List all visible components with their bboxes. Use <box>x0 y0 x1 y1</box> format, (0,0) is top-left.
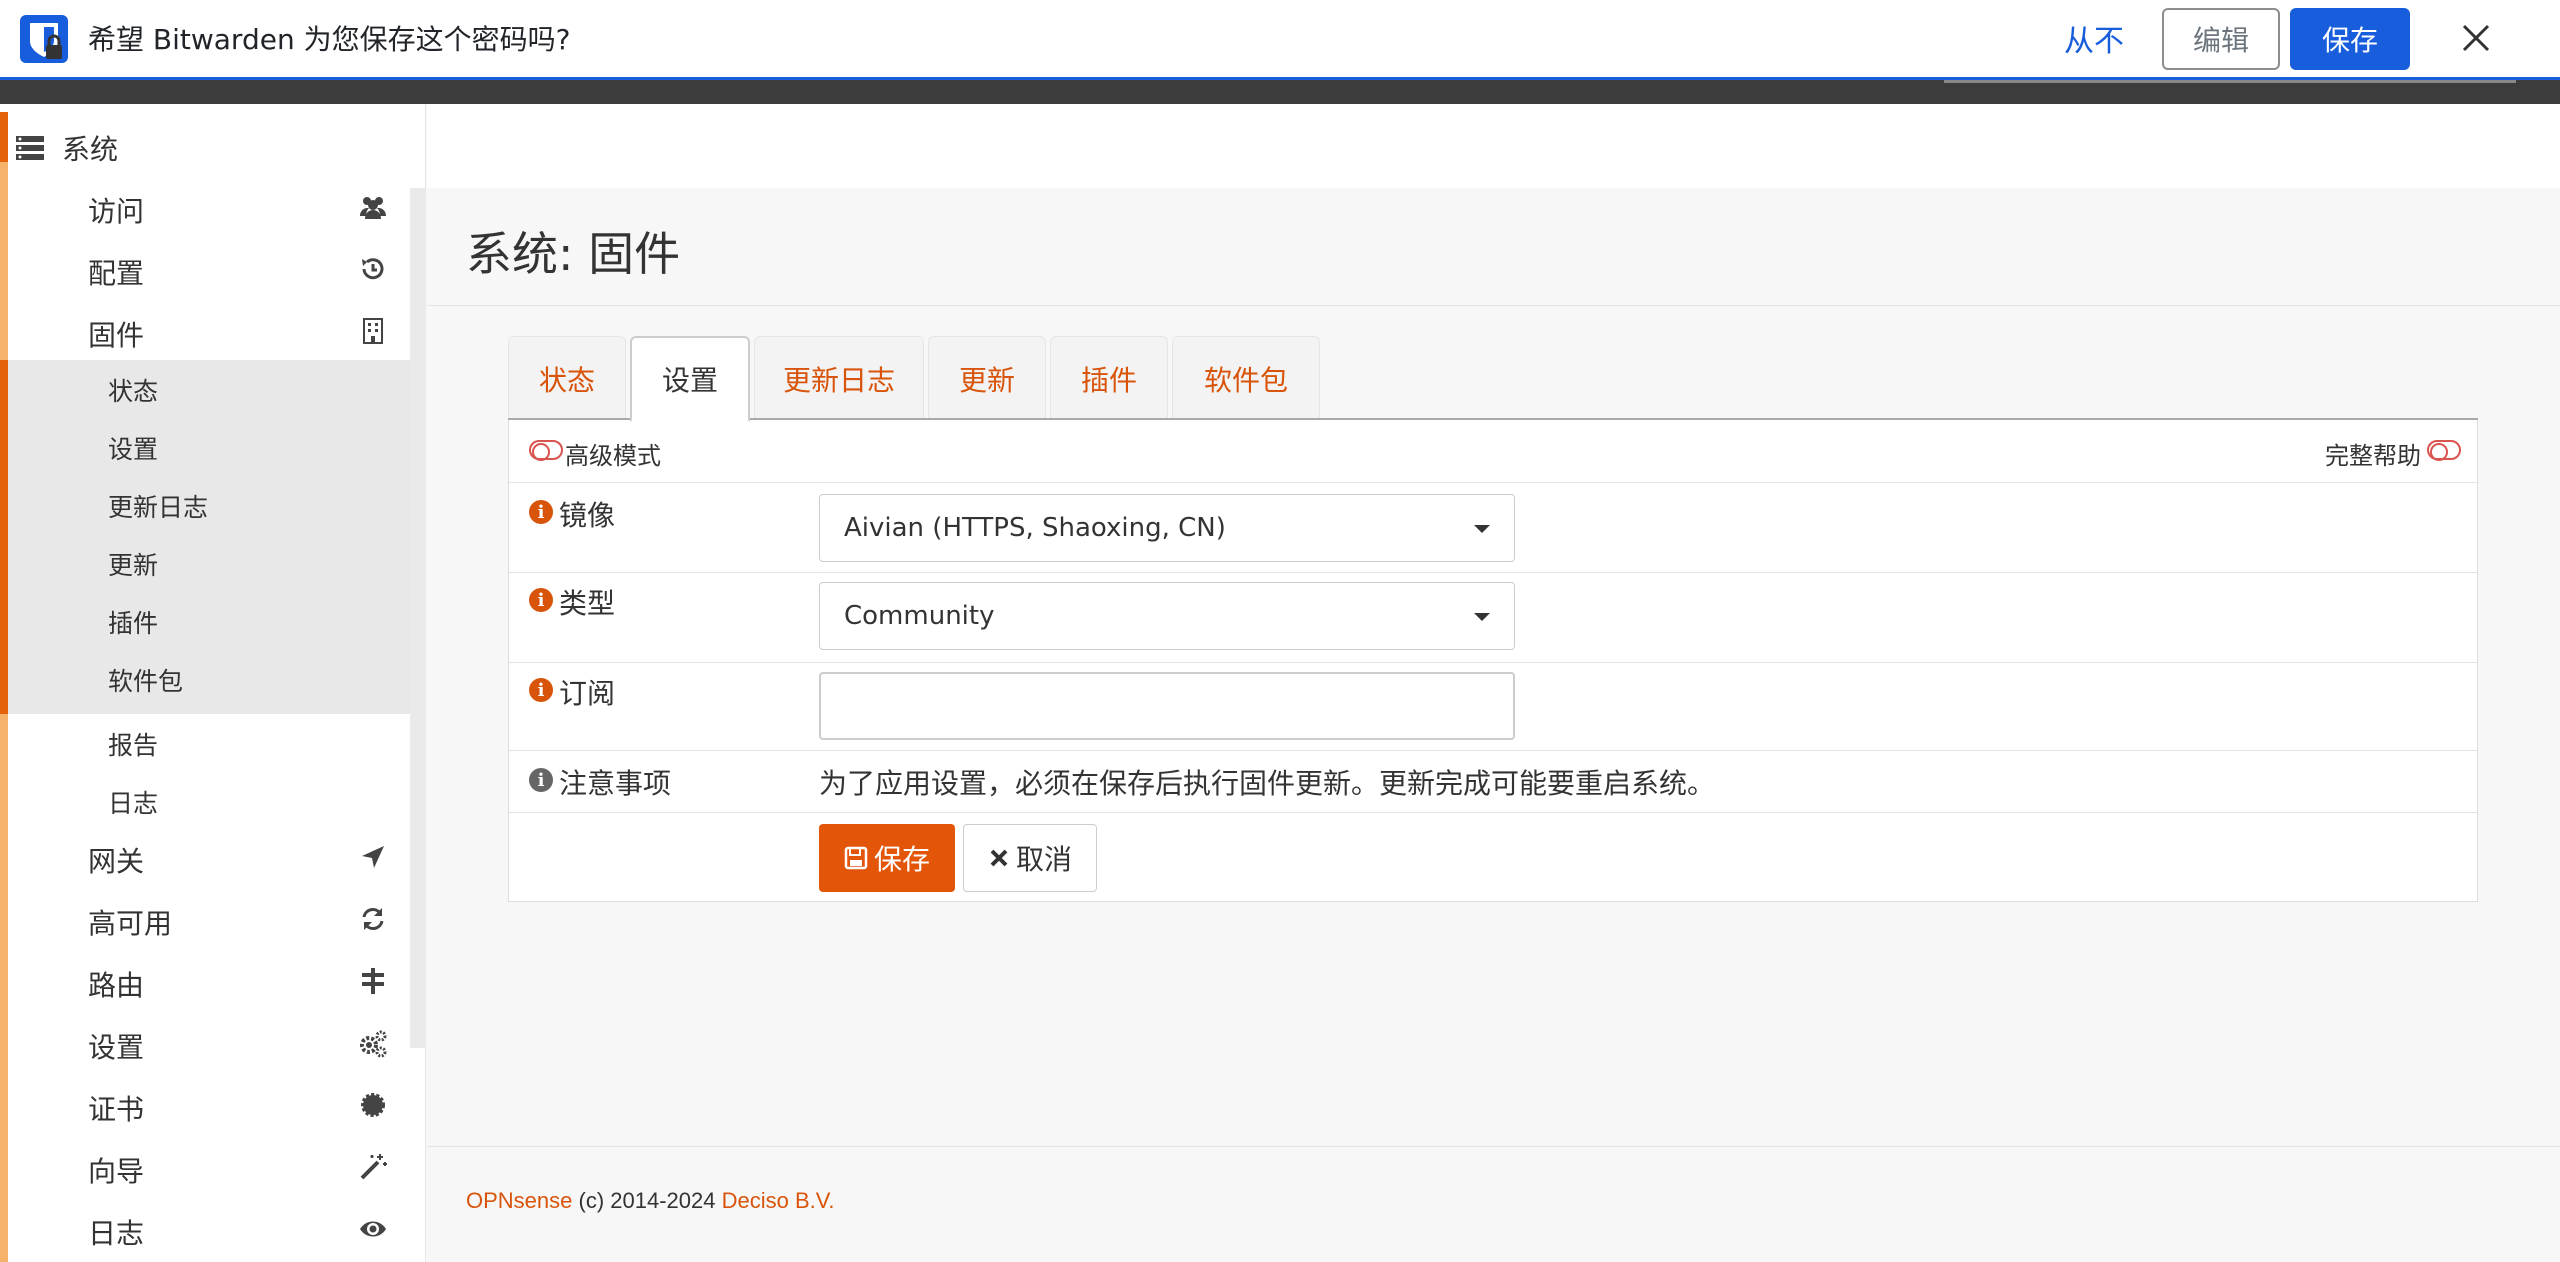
sidebar-firmware-submenu: 状态 设置 更新日志 更新 插件 软件包 <box>0 360 410 714</box>
bitwarden-notification-bar: 希望 Bitwarden 为您保存这个密码吗? 从不 编辑 保存 <box>0 0 2560 80</box>
sidebar-item-label: 访问 <box>88 195 145 228</box>
sidebar-item-routes[interactable]: 路由 <box>8 950 410 1012</box>
certificate-icon <box>361 1093 385 1117</box>
sidebar-subitem-label: 插件 <box>108 609 159 638</box>
sidebar-item-label: 向导 <box>88 1155 145 1188</box>
sidebar-subitem-label: 设置 <box>108 435 159 464</box>
mirror-select[interactable]: Aivian (HTTPS, Shaoxing, CN) <box>819 494 1515 562</box>
page-title: 系统: 固件 <box>466 227 681 281</box>
sidebar-subitem-label: 报告 <box>108 731 159 760</box>
tab-settings[interactable]: 设置 <box>630 336 750 422</box>
top-navbar <box>0 80 2560 104</box>
save-button-label: 保存 <box>873 843 930 876</box>
tab-changelog[interactable]: 更新日志 <box>754 336 924 420</box>
sidebar-subitem-changelog[interactable]: 更新日志 <box>8 476 410 534</box>
footer: OPNsense (c) 2014-2024 Deciso B.V. <box>466 1188 835 1214</box>
sidebar-item-settings[interactable]: 设置 <box>8 1012 410 1074</box>
sidebar-item-label: 设置 <box>88 1031 145 1064</box>
cancel-button[interactable]: 取消 <box>963 824 1097 892</box>
sidebar-item-label: 路由 <box>88 969 145 1002</box>
info-icon: i <box>529 768 553 792</box>
sidebar-subitem-label: 更新日志 <box>108 493 209 522</box>
sidebar-item-label: 网关 <box>88 845 145 878</box>
bitwarden-message: 希望 Bitwarden 为您保存这个密码吗? <box>88 23 571 56</box>
firmware-settings-panel: 高级模式 完整帮助 i 镜像 Aivian (HTTPS, Shaoxing, … <box>508 420 2478 902</box>
sidebar-section-label: 系统 <box>62 133 119 166</box>
sidebar-item-high-availability[interactable]: 高可用 <box>8 888 410 950</box>
bitwarden-save-button[interactable]: 保存 <box>2290 8 2410 70</box>
sidebar-item-label: 高可用 <box>88 907 173 940</box>
sidebar-item-certificates[interactable]: 证书 <box>8 1074 410 1136</box>
notes-text: 为了应用设置，必须在保存后执行固件更新。更新完成可能要重启系统。 <box>819 767 1716 800</box>
sidebar-item-access[interactable]: 访问 <box>8 176 410 238</box>
chevron-down-icon <box>1474 525 1490 533</box>
advanced-mode-label[interactable]: 高级模式 <box>565 436 661 471</box>
sidebar-scrollbar[interactable] <box>410 188 426 1048</box>
sidebar-subitem-plugins[interactable]: 插件 <box>8 592 410 650</box>
sidebar-item-label: 固件 <box>88 319 145 352</box>
cancel-button-label: 取消 <box>1015 843 1072 876</box>
sidebar-subitem-status[interactable]: 状态 <box>8 360 410 418</box>
sidebar-item-firmware[interactable]: 固件 <box>8 300 410 362</box>
refresh-icon <box>362 908 384 930</box>
signpost-icon <box>362 968 384 994</box>
tab-packages[interactable]: 软件包 <box>1172 336 1320 420</box>
sidebar-subitem-label: 更新 <box>108 551 159 580</box>
subscription-input[interactable] <box>819 672 1515 740</box>
sidebar-subitem-label: 日志 <box>108 789 159 818</box>
type-select-value: Community <box>844 601 995 631</box>
tab-plugins[interactable]: 插件 <box>1050 336 1168 420</box>
sidebar-subitem-settings[interactable]: 设置 <box>8 418 410 476</box>
sidebar-item-gateways[interactable]: 网关 <box>8 826 410 888</box>
sidebar-subitem-packages[interactable]: 软件包 <box>8 650 410 708</box>
advanced-mode-toggle-icon[interactable] <box>529 440 563 461</box>
mirror-select-value: Aivian (HTTPS, Shaoxing, CN) <box>844 513 1226 543</box>
bitwarden-never-button[interactable]: 从不 <box>2064 20 2124 64</box>
info-icon[interactable]: i <box>529 500 553 524</box>
mirror-label: 镜像 <box>559 499 616 532</box>
footer-brand-link[interactable]: OPNsense <box>466 1188 572 1213</box>
sidebar: 系统 访问 配置 固件 状态 设置 更新日志 更新 插件 软件包 报告 日志 网… <box>0 104 426 1262</box>
building-icon <box>363 318 383 344</box>
tab-status[interactable]: 状态 <box>508 336 626 420</box>
eye-icon <box>360 1221 386 1237</box>
sidebar-item-label: 日志 <box>88 1217 145 1250</box>
full-help-toggle-icon[interactable] <box>2427 440 2461 461</box>
floppy-disk-icon <box>844 846 868 870</box>
sidebar-subitem-label: 状态 <box>108 377 159 406</box>
history-icon <box>362 258 384 280</box>
tab-updates[interactable]: 更新 <box>928 336 1046 420</box>
bitwarden-shield-icon <box>20 15 68 63</box>
subscription-label: 订阅 <box>559 677 616 710</box>
sidebar-item-wizard[interactable]: 向导 <box>8 1136 410 1198</box>
sidebar-subitem-updates[interactable]: 更新 <box>8 534 410 592</box>
sidebar-item-label: 证书 <box>88 1093 145 1126</box>
info-icon[interactable]: i <box>529 588 553 612</box>
info-icon[interactable]: i <box>529 678 553 702</box>
footer-company-link[interactable]: Deciso B.V. <box>722 1188 835 1213</box>
footer-copyright: (c) 2014-2024 <box>578 1188 716 1213</box>
cogs-icon <box>360 1030 387 1058</box>
chevron-down-icon <box>1474 613 1490 621</box>
sidebar-item-label: 配置 <box>88 257 145 290</box>
bitwarden-edit-button[interactable]: 编辑 <box>2162 8 2280 70</box>
sidebar-section-system[interactable]: 系统 <box>0 120 410 176</box>
full-help-label[interactable]: 完整帮助 <box>2325 436 2421 471</box>
magic-wand-icon <box>360 1154 387 1180</box>
type-label: 类型 <box>559 587 616 620</box>
users-icon <box>360 197 386 219</box>
sidebar-subitem-log[interactable]: 日志 <box>8 772 410 830</box>
location-arrow-icon <box>362 846 384 868</box>
server-icon <box>16 136 44 160</box>
sidebar-subitem-reporting[interactable]: 报告 <box>8 714 410 772</box>
type-select[interactable]: Community <box>819 582 1515 650</box>
notes-label: 注意事项 <box>559 767 672 800</box>
save-button[interactable]: 保存 <box>819 824 955 892</box>
sidebar-item-configuration[interactable]: 配置 <box>8 238 410 300</box>
sidebar-subitem-label: 软件包 <box>108 667 184 696</box>
close-icon <box>990 849 1008 867</box>
sidebar-item-log-files[interactable]: 日志 <box>8 1198 410 1260</box>
close-icon[interactable] <box>2456 18 2496 58</box>
